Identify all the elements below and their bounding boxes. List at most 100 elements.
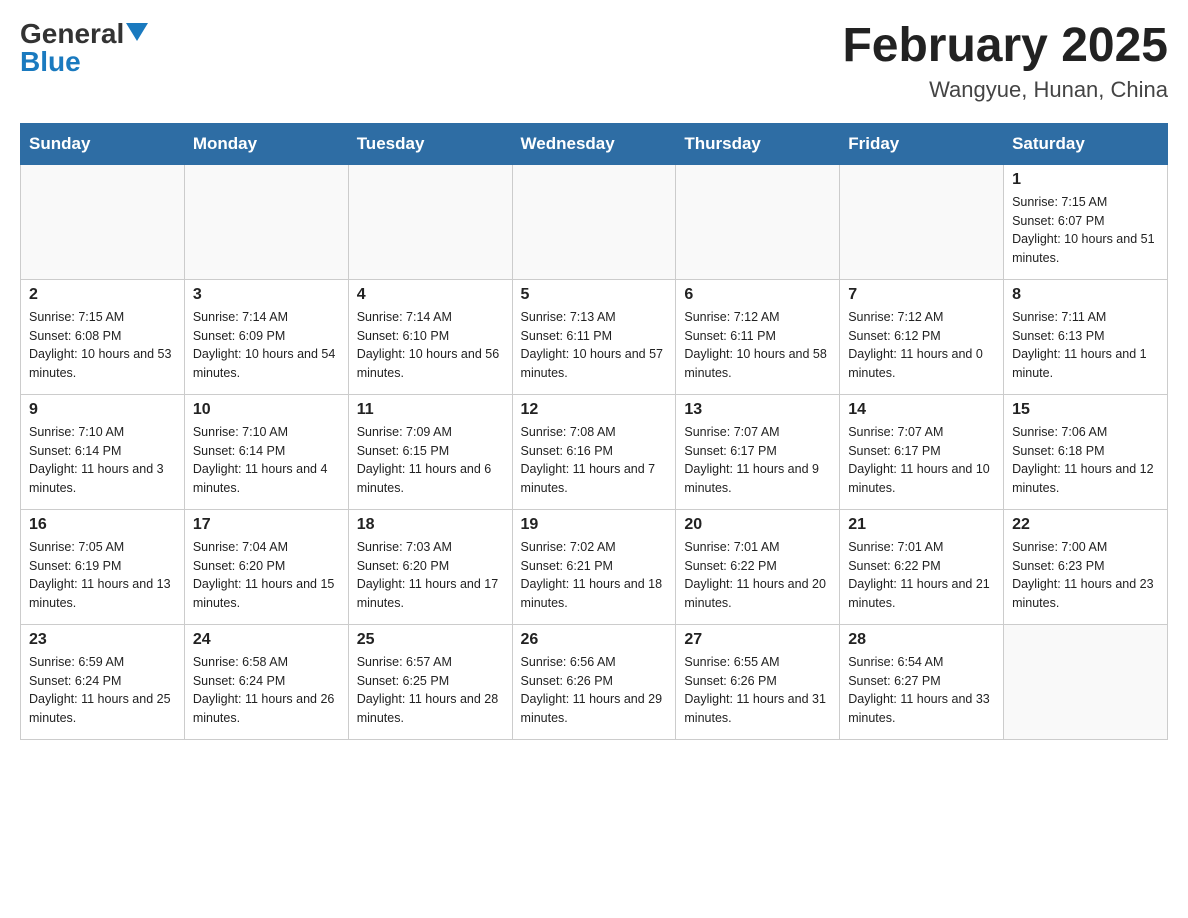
calendar-cell: 21Sunrise: 7:01 AMSunset: 6:22 PMDayligh… <box>840 509 1004 624</box>
calendar-cell: 8Sunrise: 7:11 AMSunset: 6:13 PMDaylight… <box>1004 279 1168 394</box>
calendar-cell <box>840 164 1004 279</box>
calendar-week-row: 1Sunrise: 7:15 AMSunset: 6:07 PMDaylight… <box>21 164 1168 279</box>
day-info: Sunrise: 7:14 AMSunset: 6:09 PMDaylight:… <box>193 308 340 383</box>
calendar-cell: 15 Sunrise: 7:06 AMSunset: 6:18 PMDayligh… <box>1004 394 1168 509</box>
day-info: Sunrise: 7:02 AMSunset: 6:21 PMDaylight:… <box>521 538 668 613</box>
day-info: Sunrise: 6:59 AMSunset: 6:24 PMDaylight:… <box>29 653 176 728</box>
day-info: Sunrise: 7:09 AMSunset: 6:15 PMDaylight:… <box>357 423 504 498</box>
calendar-week-row: 23 Sunrise: 6:59 AMSunset: 6:24 PMDayligh… <box>21 624 1168 739</box>
day-number: 6 <box>684 286 831 304</box>
day-info: Sunrise: 7:05 AMSunset: 6:19 PMDaylight:… <box>29 538 176 613</box>
calendar-cell: 1Sunrise: 7:15 AMSunset: 6:07 PMDaylight… <box>1004 164 1168 279</box>
day-number: 5 <box>521 286 668 304</box>
day-info: Sunrise: 7:03 AMSunset: 6:20 PMDaylight:… <box>357 538 504 613</box>
day-info: Sunrise: 7:12 AMSunset: 6:12 PMDaylight:… <box>848 308 995 383</box>
page-header: General Blue February 2025 Wangyue, Huna… <box>20 20 1168 103</box>
weekday-header-saturday: Saturday <box>1004 123 1168 164</box>
day-number: 15 <box>1012 401 1159 419</box>
calendar-cell: 26 Sunrise: 6:56 AMSunset: 6:26 PMDayligh… <box>512 624 676 739</box>
calendar-cell <box>21 164 185 279</box>
day-number: 21 <box>848 516 995 534</box>
calendar-cell: 16 Sunrise: 7:05 AMSunset: 6:19 PMDayligh… <box>21 509 185 624</box>
calendar-title: February 2025 <box>842 20 1168 73</box>
day-info: Sunrise: 7:08 AMSunset: 6:16 PMDaylight:… <box>521 423 668 498</box>
day-info: Sunrise: 6:54 AMSunset: 6:27 PMDaylight:… <box>848 653 995 728</box>
calendar-cell <box>348 164 512 279</box>
day-number: 3 <box>193 286 340 304</box>
day-info: Sunrise: 7:04 AMSunset: 6:20 PMDaylight:… <box>193 538 340 613</box>
calendar-week-row: 9 Sunrise: 7:10 AMSunset: 6:14 PMDaylight… <box>21 394 1168 509</box>
day-number: 10 <box>193 401 340 419</box>
day-info: Sunrise: 7:00 AMSunset: 6:23 PMDaylight:… <box>1012 538 1159 613</box>
day-number: 9 <box>29 401 176 419</box>
calendar-cell <box>676 164 840 279</box>
day-info: Sunrise: 7:07 AMSunset: 6:17 PMDaylight:… <box>684 423 831 498</box>
day-number: 16 <box>29 516 176 534</box>
day-number: 2 <box>29 286 176 304</box>
day-info: Sunrise: 7:13 AMSunset: 6:11 PMDaylight:… <box>521 308 668 383</box>
calendar-cell: 25 Sunrise: 6:57 AMSunset: 6:25 PMDayligh… <box>348 624 512 739</box>
day-number: 28 <box>848 631 995 649</box>
day-number: 20 <box>684 516 831 534</box>
logo-blue-text: Blue <box>20 46 81 77</box>
weekday-header-tuesday: Tuesday <box>348 123 512 164</box>
calendar-cell: 24 Sunrise: 6:58 AMSunset: 6:24 PMDayligh… <box>184 624 348 739</box>
day-number: 25 <box>357 631 504 649</box>
calendar-week-row: 2 Sunrise: 7:15 AMSunset: 6:08 PMDaylight… <box>21 279 1168 394</box>
day-info: Sunrise: 6:58 AMSunset: 6:24 PMDaylight:… <box>193 653 340 728</box>
calendar-cell: 4 Sunrise: 7:14 AMSunset: 6:10 PMDaylight… <box>348 279 512 394</box>
calendar-cell: 20 Sunrise: 7:01 AMSunset: 6:22 PMDayligh… <box>676 509 840 624</box>
day-number: 12 <box>521 401 668 419</box>
day-info: Sunrise: 7:10 AMSunset: 6:14 PMDaylight:… <box>193 423 340 498</box>
day-info: Sunrise: 7:15 AMSunset: 6:08 PMDaylight:… <box>29 308 176 383</box>
calendar-cell: 19 Sunrise: 7:02 AMSunset: 6:21 PMDayligh… <box>512 509 676 624</box>
day-info: Sunrise: 6:55 AMSunset: 6:26 PMDaylight:… <box>684 653 831 728</box>
calendar-cell: 14 Sunrise: 7:07 AMSunset: 6:17 PMDayligh… <box>840 394 1004 509</box>
day-number: 17 <box>193 516 340 534</box>
day-info: Sunrise: 7:14 AMSunset: 6:10 PMDaylight:… <box>357 308 504 383</box>
weekday-header-thursday: Thursday <box>676 123 840 164</box>
calendar-cell: 11 Sunrise: 7:09 AMSunset: 6:15 PMDayligh… <box>348 394 512 509</box>
calendar-cell <box>184 164 348 279</box>
logo: General Blue <box>20 20 148 76</box>
day-info: Sunrise: 6:56 AMSunset: 6:26 PMDaylight:… <box>521 653 668 728</box>
day-info: Sunrise: 7:07 AMSunset: 6:17 PMDaylight:… <box>848 423 995 498</box>
weekday-header-sunday: Sunday <box>21 123 185 164</box>
day-info: Sunrise: 7:01 AMSunset: 6:22 PMDaylight:… <box>684 538 831 613</box>
day-number: 19 <box>521 516 668 534</box>
weekday-header-wednesday: Wednesday <box>512 123 676 164</box>
calendar-cell: 23 Sunrise: 6:59 AMSunset: 6:24 PMDayligh… <box>21 624 185 739</box>
calendar-cell: 18 Sunrise: 7:03 AMSunset: 6:20 PMDayligh… <box>348 509 512 624</box>
calendar-cell <box>512 164 676 279</box>
weekday-header-friday: Friday <box>840 123 1004 164</box>
calendar-cell: 17 Sunrise: 7:04 AMSunset: 6:20 PMDayligh… <box>184 509 348 624</box>
calendar-cell: 22Sunrise: 7:00 AMSunset: 6:23 PMDayligh… <box>1004 509 1168 624</box>
weekday-header-monday: Monday <box>184 123 348 164</box>
calendar-cell: 2 Sunrise: 7:15 AMSunset: 6:08 PMDaylight… <box>21 279 185 394</box>
day-number: 11 <box>357 401 504 419</box>
day-number: 13 <box>684 401 831 419</box>
day-number: 23 <box>29 631 176 649</box>
day-number: 24 <box>193 631 340 649</box>
day-info: Sunrise: 7:15 AMSunset: 6:07 PMDaylight:… <box>1012 193 1159 268</box>
calendar-cell: 12 Sunrise: 7:08 AMSunset: 6:16 PMDayligh… <box>512 394 676 509</box>
day-number: 7 <box>848 286 995 304</box>
day-info: Sunrise: 7:10 AMSunset: 6:14 PMDaylight:… <box>29 423 176 498</box>
calendar-cell: 5 Sunrise: 7:13 AMSunset: 6:11 PMDaylight… <box>512 279 676 394</box>
day-info: Sunrise: 6:57 AMSunset: 6:25 PMDaylight:… <box>357 653 504 728</box>
calendar-cell: 9 Sunrise: 7:10 AMSunset: 6:14 PMDaylight… <box>21 394 185 509</box>
day-info: Sunrise: 7:11 AMSunset: 6:13 PMDaylight:… <box>1012 308 1159 383</box>
day-number: 4 <box>357 286 504 304</box>
calendar-cell: 13 Sunrise: 7:07 AMSunset: 6:17 PMDayligh… <box>676 394 840 509</box>
day-info: Sunrise: 7:06 AMSunset: 6:18 PMDaylight:… <box>1012 423 1159 498</box>
title-block: February 2025 Wangyue, Hunan, China <box>842 20 1168 103</box>
day-info: Sunrise: 7:12 AMSunset: 6:11 PMDaylight:… <box>684 308 831 383</box>
day-number: 26 <box>521 631 668 649</box>
day-number: 18 <box>357 516 504 534</box>
day-number: 27 <box>684 631 831 649</box>
calendar-cell <box>1004 624 1168 739</box>
day-number: 14 <box>848 401 995 419</box>
calendar-cell: 28 Sunrise: 6:54 AMSunset: 6:27 PMDayligh… <box>840 624 1004 739</box>
calendar-subtitle: Wangyue, Hunan, China <box>842 77 1168 103</box>
calendar-cell: 6 Sunrise: 7:12 AMSunset: 6:11 PMDaylight… <box>676 279 840 394</box>
